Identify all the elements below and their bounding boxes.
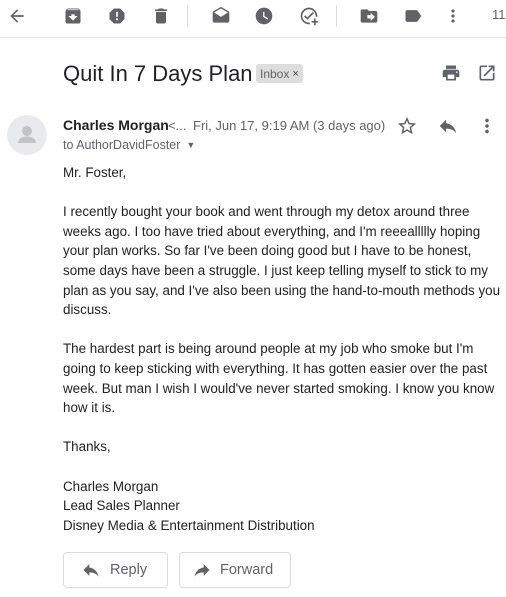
forward-arrow-icon: [192, 560, 212, 580]
labels-icon[interactable]: [401, 4, 425, 28]
sender-email: <...: [168, 118, 187, 133]
print-icon[interactable]: [440, 62, 462, 84]
toolbar-divider: [336, 5, 337, 27]
message-date: Fri, Jun 17, 9:19 AM (3 days ago): [193, 118, 386, 133]
body-closing: Thanks,: [63, 439, 111, 455]
forward-button[interactable]: Forward: [179, 552, 291, 588]
reply-button-label: Reply: [110, 562, 148, 578]
more-vert-icon[interactable]: [441, 4, 465, 28]
reply-icon[interactable]: [436, 114, 460, 138]
archive-icon[interactable]: [61, 4, 85, 28]
delete-icon[interactable]: [149, 4, 173, 28]
sender-name[interactable]: Charles Morgan: [63, 117, 169, 133]
snooze-icon[interactable]: [252, 4, 276, 28]
back-arrow-icon[interactable]: [5, 4, 29, 28]
message-more-icon[interactable]: [475, 114, 499, 138]
body-paragraph: I recently bought your book and went thr…: [63, 204, 501, 318]
show-details-chevron-icon[interactable]: ▼: [186, 140, 195, 150]
message-count: 11: [492, 7, 506, 22]
move-to-icon[interactable]: [357, 4, 381, 28]
recipient-text: to AuthorDavidFoster: [63, 138, 181, 152]
signature-title: Lead Sales Planner: [63, 498, 180, 514]
message-body: Mr. Foster, I recently bought your book …: [63, 163, 503, 535]
add-to-tasks-icon[interactable]: [297, 4, 321, 28]
open-in-new-window-icon[interactable]: [476, 62, 498, 84]
avatar: [7, 115, 47, 155]
inbox-label-chip: Inbox ×: [256, 64, 303, 83]
reply-arrow-icon: [81, 560, 101, 580]
forward-button-label: Forward: [220, 562, 274, 578]
signature-company: Disney Media & Entertainment Distributio…: [63, 517, 315, 533]
mark-unread-icon[interactable]: [209, 4, 233, 28]
toolbar: 11: [0, 0, 506, 38]
signature-name: Charles Morgan: [63, 478, 159, 494]
recipient-line: to AuthorDavidFoster ▼: [63, 138, 195, 152]
body-greeting: Mr. Foster,: [63, 165, 127, 180]
remove-label-icon[interactable]: ×: [292, 68, 298, 80]
label-text: Inbox: [260, 66, 290, 81]
report-spam-icon[interactable]: [105, 4, 129, 28]
reply-button[interactable]: Reply: [63, 552, 168, 588]
body-paragraph: The hardest part is being around people …: [63, 341, 495, 416]
toolbar-divider: [187, 5, 188, 27]
star-icon[interactable]: [395, 114, 419, 138]
email-subject: Quit In 7 Days Plan: [63, 61, 253, 86]
default-avatar-icon: [18, 126, 36, 143]
